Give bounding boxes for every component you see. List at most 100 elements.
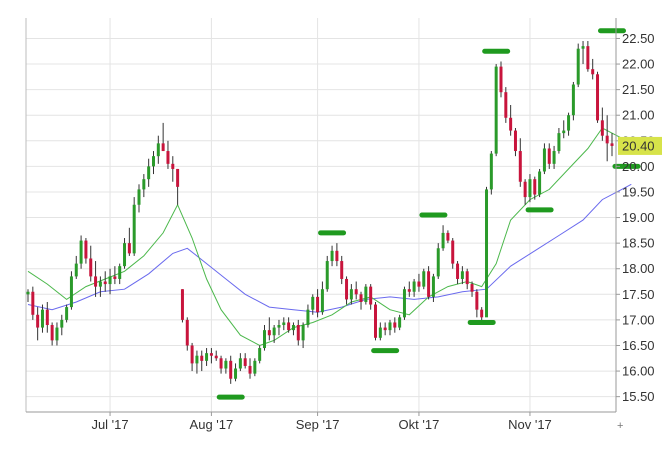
candle [591, 58, 595, 80]
candle [586, 41, 590, 72]
candle-body [475, 291, 479, 310]
candle [234, 363, 238, 382]
candle-body [417, 281, 421, 287]
candle [147, 158, 151, 187]
candle [436, 243, 440, 279]
candle [50, 322, 54, 346]
candle-body [166, 151, 170, 164]
candle [267, 317, 271, 341]
candle-body [494, 66, 498, 154]
candle-body [94, 276, 98, 287]
y-tick-label: 15.50 [622, 389, 655, 404]
signal-marker [318, 230, 347, 236]
candle-body [523, 181, 527, 198]
candle [301, 322, 305, 349]
candle-body [180, 289, 184, 320]
candle [277, 319, 281, 336]
candle [456, 261, 460, 285]
y-tick-label: 18.50 [622, 236, 655, 251]
candle [446, 230, 450, 244]
y-tick-label: 18.00 [622, 261, 655, 276]
candle [374, 301, 378, 341]
y-axis-tick-labels: 15.50 16.00 16.50 17.00 17.50 18.00 18.50 19.00… [616, 31, 655, 404]
candle-body [156, 143, 160, 157]
x-tick-label: Okt '17 [399, 417, 440, 432]
signal-marker [216, 394, 245, 400]
y-tick-label: 22.50 [622, 31, 655, 46]
last-price: 20.40 [618, 136, 662, 155]
candle-body [79, 240, 83, 264]
signal-marker [525, 207, 554, 213]
candle [209, 348, 213, 364]
candle [518, 138, 522, 187]
candle [402, 286, 406, 320]
candle [74, 255, 78, 279]
candlestick-chart-svg: 15.50 16.00 16.50 17.00 17.50 18.00 18.50 19.00… [25, 18, 662, 432]
candle [354, 281, 358, 300]
candle-body [422, 271, 426, 287]
candle [499, 61, 503, 98]
candle [345, 276, 349, 305]
y-tick-label: 21.00 [622, 108, 655, 123]
candle-body [262, 330, 266, 349]
candle [369, 284, 373, 310]
candle-body [335, 250, 339, 262]
candle-body [576, 48, 580, 85]
candle-body [586, 46, 590, 70]
candle-body [185, 319, 189, 346]
candle-body [465, 271, 469, 285]
candle [610, 133, 614, 157]
y-tick-label: 21.50 [622, 82, 655, 97]
candle-body [489, 153, 493, 190]
candle [320, 281, 324, 315]
candle [127, 227, 131, 256]
y-tick-label: 16.00 [622, 364, 655, 379]
moving-average-long-line [27, 183, 632, 313]
candle-body [287, 322, 291, 331]
candle-body [142, 179, 146, 190]
candle-body [460, 271, 464, 279]
candle-body [470, 284, 474, 292]
x-tick-label: Nov '17 [508, 417, 552, 432]
candle-body [325, 261, 329, 290]
x-tick-label: Sep '17 [296, 417, 340, 432]
candle-body [504, 92, 508, 118]
candle-body [98, 281, 102, 287]
candle-body [253, 360, 257, 374]
candle [60, 314, 64, 336]
candle [552, 145, 556, 169]
candle [36, 307, 40, 341]
candle [538, 168, 542, 198]
candle [243, 353, 247, 369]
candle [103, 271, 107, 292]
y-tick-label: 19.00 [622, 210, 655, 225]
candle-body [431, 276, 435, 297]
candle-body [31, 291, 35, 315]
candle-body [567, 115, 571, 131]
candle-body [383, 327, 387, 331]
candle-body [195, 355, 199, 364]
candle-body [528, 179, 532, 198]
candle [485, 186, 489, 318]
candle-body [562, 130, 566, 134]
candle-body [171, 163, 175, 169]
candle [398, 314, 402, 331]
candle-body [219, 358, 223, 369]
candle [238, 353, 242, 372]
candle-body [345, 278, 349, 300]
y-tick-label: 20.00 [622, 159, 655, 174]
candle-body [209, 353, 213, 356]
y-tick-label: 19.50 [622, 184, 655, 199]
grid-lines [26, 18, 616, 412]
candle-body [393, 322, 397, 328]
candle [316, 289, 320, 318]
candle [79, 235, 83, 269]
candle-body [50, 325, 54, 341]
candle-body [378, 327, 382, 338]
candle-body [176, 168, 180, 187]
candle-body [65, 307, 69, 320]
candle-body [190, 345, 194, 364]
candle-body [301, 325, 305, 341]
candle [214, 350, 218, 361]
candle-body [224, 360, 228, 369]
